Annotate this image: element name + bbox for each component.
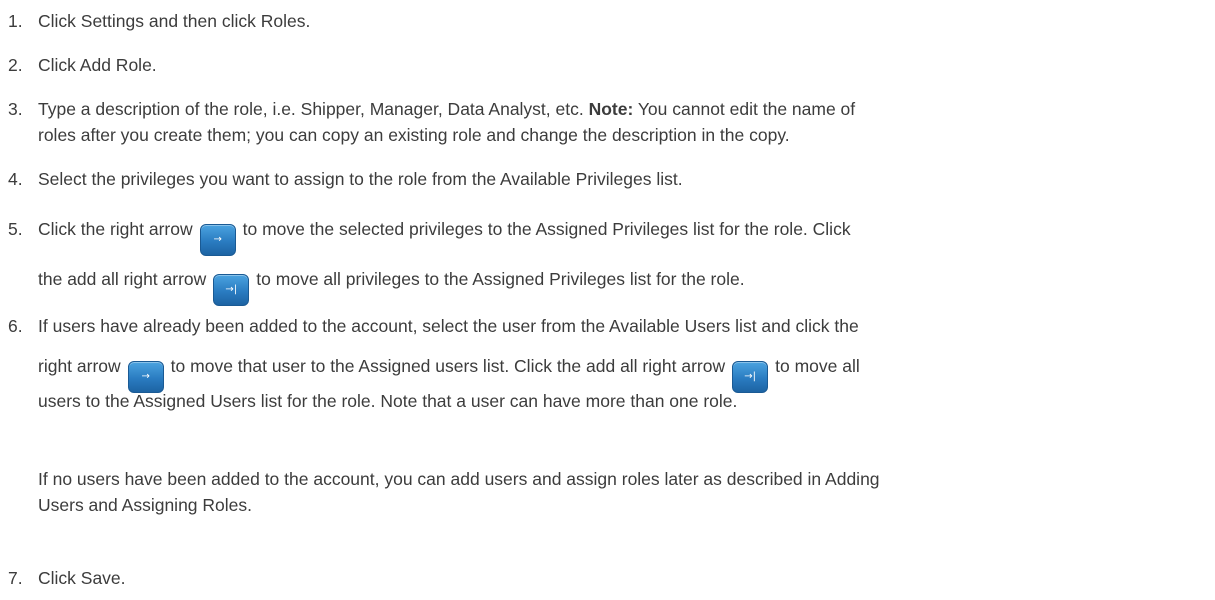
right-arrow-icon: → — [199, 224, 236, 256]
step-number: 7. — [8, 568, 23, 588]
step-number: 1. — [8, 11, 23, 31]
step-text: Select the privileges you want to assign… — [38, 169, 683, 189]
right-arrow-icon: → — [127, 361, 164, 393]
step-text: the add all right arrow — [38, 269, 207, 289]
step-text: Click Settings and then click Roles. — [38, 11, 311, 31]
add-all-right-arrow-icon: →| — [732, 361, 769, 393]
step-6-note: If no users have been added to the accou… — [8, 466, 1203, 518]
step-text: right arrow — [38, 356, 121, 376]
step-text: Click the right arrow — [38, 219, 193, 239]
step-number: 2. — [8, 55, 23, 75]
step-number: 6. — [8, 316, 23, 336]
step-text: roles after you create them; you can cop… — [38, 125, 790, 145]
paragraph-text: Users and Assigning Roles. — [38, 495, 252, 515]
add-all-right-arrow-icon: →| — [213, 274, 250, 306]
step-6: 6. If users have already been added to t… — [8, 306, 1203, 414]
step-text: Type a description of the role, i.e. Shi… — [38, 99, 589, 119]
step-text: to move all privileges to the Assigned P… — [256, 269, 745, 289]
step-number: 5. — [8, 219, 23, 239]
step-text: to move that user to the Assigned users … — [170, 356, 726, 376]
step-text: You cannot edit the name of — [633, 99, 856, 119]
step-7: 7. Click Save. — [8, 565, 1203, 591]
step-number: 4. — [8, 169, 23, 189]
step-text: Click Save. — [38, 568, 126, 588]
paragraph-text: If no users have been added to the accou… — [38, 469, 880, 489]
step-text: users to the Assigned Users list for the… — [38, 391, 738, 411]
step-text: to move the selected privileges to the A… — [242, 219, 851, 239]
step-2: 2. Click Add Role. — [8, 52, 1203, 78]
step-5: 5. Click the right arrow → to move the sel… — [8, 209, 1203, 309]
step-text: to move all — [775, 356, 860, 376]
step-text: If users have already been added to the … — [38, 316, 859, 336]
step-1: 1. Click Settings and then click Roles. — [8, 8, 1203, 34]
note-label: Note: — [588, 99, 634, 119]
step-number: 3. — [8, 99, 23, 119]
step-4: 4. Select the privileges you want to ass… — [8, 166, 1203, 192]
step-3: 3. Type a description of the role, i.e. … — [8, 96, 1203, 148]
step-text: Click Add Role. — [38, 55, 157, 75]
